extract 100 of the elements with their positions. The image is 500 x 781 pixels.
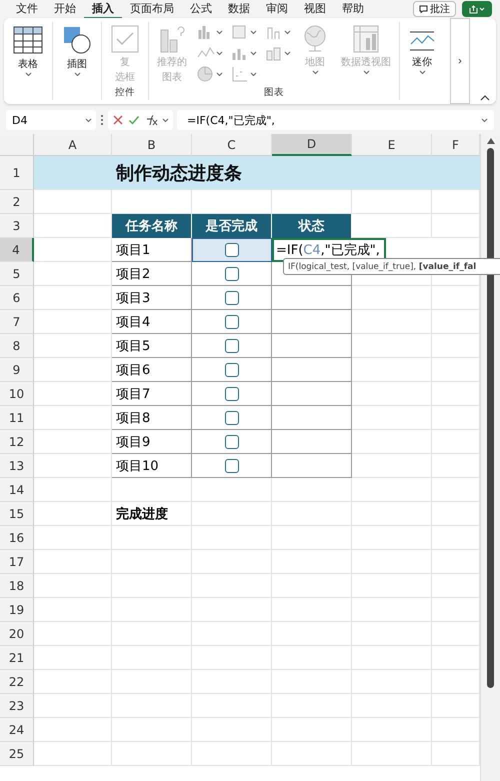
sparklines-button[interactable]: 迷你 — [406, 22, 438, 77]
function-tooltip: IF(logical_test, [value_if_true], [value_if_fal — [283, 258, 500, 275]
checkbox[interactable] — [224, 362, 238, 376]
caret-icon — [284, 30, 291, 34]
caret-icon — [418, 70, 426, 75]
column-chart-button[interactable] — [197, 24, 223, 40]
checkbox[interactable] — [224, 314, 238, 328]
row-header[interactable]: 21 — [0, 646, 34, 670]
menu-tab[interactable]: 公式 — [182, 0, 220, 18]
row-header[interactable]: 17 — [0, 550, 34, 574]
table-cell[interactable] — [192, 286, 272, 310]
scatter-chart-icon — [231, 66, 249, 82]
enter-icon[interactable] — [128, 114, 140, 126]
table-cell[interactable] — [192, 430, 272, 454]
row-header[interactable]: 13 — [0, 454, 34, 478]
table-cell[interactable] — [192, 406, 272, 430]
ribbon-scroll-button[interactable]: › — [450, 18, 470, 104]
row-header[interactable]: 6 — [0, 286, 34, 310]
pie-chart-button[interactable] — [197, 66, 223, 82]
caret-icon — [216, 30, 223, 34]
row-header[interactable]: 5 — [0, 262, 34, 286]
row-header[interactable]: 9 — [0, 358, 34, 382]
row-header[interactable]: 8 — [0, 334, 34, 358]
column-header[interactable]: F — [432, 134, 480, 156]
pivot-chart-icon — [352, 24, 380, 54]
row-header[interactable]: 18 — [0, 574, 34, 598]
cancel-icon[interactable] — [112, 114, 124, 126]
column-header[interactable]: A — [34, 134, 112, 156]
checkbox[interactable] — [224, 458, 238, 472]
row-header[interactable]: 25 — [0, 742, 34, 766]
share-button[interactable] — [462, 1, 492, 17]
checkbox[interactable] — [224, 386, 238, 400]
checkbox[interactable] — [224, 338, 238, 352]
checkbox[interactable] — [224, 434, 238, 448]
caret-icon — [284, 50, 291, 56]
table-cell[interactable] — [192, 262, 272, 286]
menu-tab[interactable]: 文件 — [8, 0, 46, 18]
table-icon — [12, 24, 44, 56]
scrollbar[interactable] — [480, 134, 500, 781]
shapes-icon — [61, 24, 93, 56]
menu-tab[interactable]: 页面布局 — [122, 0, 182, 18]
menu-tab[interactable]: 审阅 — [258, 0, 296, 18]
table-cell[interactable] — [192, 454, 272, 478]
row-header[interactable]: 19 — [0, 598, 34, 622]
table-button[interactable]: 表格 — [10, 22, 46, 79]
header-cell: 状态 — [272, 214, 352, 238]
scroll-up-icon[interactable] — [486, 138, 494, 144]
scatter-chart-button[interactable] — [231, 66, 257, 82]
row-header[interactable]: 24 — [0, 718, 34, 742]
header-cell: 任务名称 — [112, 214, 192, 238]
row-header[interactable]: 7 — [0, 310, 34, 334]
caret-icon — [479, 7, 485, 11]
select-all-corner[interactable] — [0, 134, 34, 156]
column-header[interactable]: D — [272, 134, 352, 156]
row-header[interactable]: 1 — [0, 156, 34, 190]
menu-tab[interactable]: 开始 — [46, 0, 84, 18]
row-header[interactable]: 3 — [0, 214, 34, 238]
row-header[interactable]: 11 — [0, 406, 34, 430]
checkbox[interactable] — [224, 242, 238, 256]
caret-icon — [74, 72, 80, 77]
hierarchy-chart-button[interactable] — [231, 24, 257, 40]
row-header[interactable]: 2 — [0, 190, 34, 214]
row-header[interactable]: 4 — [0, 238, 34, 262]
caret-icon — [216, 50, 223, 56]
comment-button[interactable]: 批注 — [413, 1, 456, 17]
checkbox[interactable] — [224, 290, 238, 304]
row-header[interactable]: 14 — [0, 478, 34, 502]
name-box[interactable]: D4 — [6, 110, 96, 130]
menu-tab[interactable]: 视图 — [296, 0, 334, 18]
menu-tab[interactable]: 帮助 — [334, 0, 372, 18]
group-label: 控件 — [115, 86, 135, 100]
pie-chart-icon — [197, 66, 215, 82]
row-header[interactable]: 20 — [0, 622, 34, 646]
caret-icon — [250, 72, 257, 76]
illustrations-button[interactable]: 插图 — [59, 22, 95, 79]
row-header[interactable]: 22 — [0, 670, 34, 694]
share-icon — [469, 4, 478, 14]
row-header[interactable]: 16 — [0, 526, 34, 550]
table-cell[interactable] — [192, 382, 272, 406]
more-icon[interactable] — [100, 114, 104, 126]
caret-icon — [85, 118, 92, 122]
formula-field[interactable]: =IF(C4,"已完成", — [177, 110, 494, 130]
caret-icon — [24, 72, 32, 77]
waterfall-chart-button[interactable] — [265, 45, 291, 61]
table-cell[interactable] — [192, 358, 272, 382]
table-cell[interactable] — [192, 238, 272, 262]
table-cell[interactable] — [192, 334, 272, 358]
row-header[interactable]: 15 — [0, 502, 34, 526]
column-header[interactable]: B — [112, 134, 192, 156]
menu-tab[interactable]: 数据 — [220, 0, 258, 18]
checkbox[interactable] — [224, 266, 238, 280]
function-icon[interactable] — [144, 114, 158, 126]
table-cell[interactable] — [192, 310, 272, 334]
row-header[interactable]: 12 — [0, 430, 34, 454]
checkbox[interactable] — [224, 410, 238, 424]
sheet-title: 制作动态进度条 — [116, 162, 242, 184]
row-header[interactable]: 23 — [0, 694, 34, 718]
row-header[interactable]: 10 — [0, 382, 34, 406]
column-header[interactable]: E — [352, 134, 432, 156]
column-header[interactable]: C — [192, 134, 272, 156]
